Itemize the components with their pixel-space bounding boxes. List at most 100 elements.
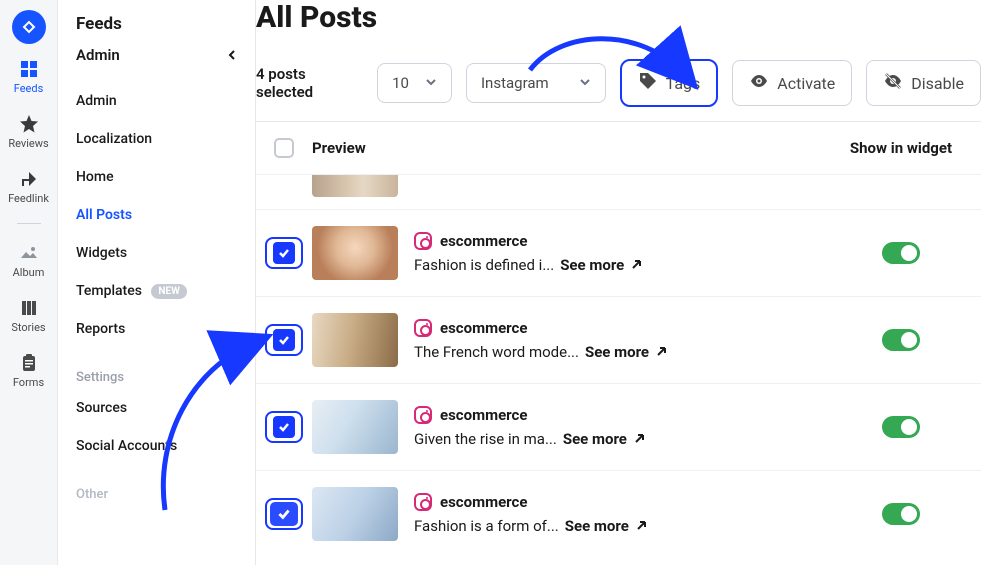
see-more-link[interactable]: See more [560,256,624,274]
sidebar: Feeds Admin Admin Localization Home All … [58,0,256,565]
rail-item-feeds[interactable]: Feeds [0,54,57,99]
stories-icon [18,297,40,319]
star-icon [18,113,40,135]
instagram-icon [414,406,432,424]
rail-divider [17,223,41,224]
post-thumbnail[interactable] [312,313,398,367]
templates-label: Templates [76,283,142,299]
post-username[interactable]: escommerce [440,493,527,511]
instagram-icon [414,493,432,511]
activate-button[interactable]: Activate [732,60,852,106]
rail-label: Reviews [8,137,48,150]
row-checkbox[interactable] [265,237,303,269]
table-row-partial [256,175,981,210]
share-icon [18,168,40,190]
table-header: Preview Show in widget [256,121,981,175]
external-link-icon[interactable] [633,433,645,445]
table-row: escommerce Fashion is defined i... See m… [256,210,981,297]
sidebar-other-header: Other [76,487,237,502]
admin-label: Admin [76,46,120,64]
see-more-link[interactable]: See more [585,343,649,361]
sidebar-link-templates[interactable]: Templates NEW [76,272,237,310]
tags-label: Tags [666,74,701,93]
post-thumbnail[interactable] [312,175,398,197]
show-in-widget-toggle[interactable] [882,503,920,525]
sidebar-link-widgets[interactable]: Widgets [76,234,237,272]
toolbar: 4 posts selected 10 Instagram Tags Activ… [256,59,981,121]
external-link-icon[interactable] [630,259,642,271]
sidebar-link-all-posts[interactable]: All Posts [76,196,237,234]
sidebar-link-home[interactable]: Home [76,158,237,196]
select-all-checkbox[interactable] [274,138,294,158]
post-username[interactable]: escommerce [440,319,527,337]
image-icon [18,242,40,264]
post-thumbnail[interactable] [312,400,398,454]
nav-rail: Feeds Reviews Feedlink Album Stories For… [0,0,58,565]
rail-item-forms[interactable]: Forms [0,348,57,393]
post-caption: Fashion is defined i... [414,256,554,274]
sidebar-settings-header: Settings [76,370,237,385]
grid-icon [18,58,40,80]
eye-off-icon [883,71,903,95]
table-row: escommerce Given the rise in ma... See m… [256,384,981,471]
post-caption: Given the rise in ma... [414,430,557,448]
activate-label: Activate [777,74,835,93]
sidebar-link-reports[interactable]: Reports [76,310,237,348]
disable-label: Disable [911,74,964,93]
rail-label: Forms [13,376,44,389]
rail-item-album[interactable]: Album [0,238,57,283]
row-checkbox[interactable] [265,324,303,356]
source-filter-value: Instagram [481,74,549,92]
chevron-left-icon [227,46,237,64]
sidebar-admin-toggle[interactable]: Admin [76,46,237,64]
table-row: escommerce The French word mode... See m… [256,297,981,384]
post-thumbnail[interactable] [312,487,398,541]
row-checkbox[interactable] [265,498,303,530]
sidebar-link-social-accounts[interactable]: Social Accounts [76,427,237,465]
chevron-down-icon [425,74,437,92]
tags-button[interactable]: Tags [620,59,719,107]
disable-button[interactable]: Disable [866,60,981,106]
show-in-widget-toggle[interactable] [882,416,920,438]
rail-item-feedlink[interactable]: Feedlink [0,164,57,209]
external-link-icon[interactable] [635,520,647,532]
page-title: All Posts [256,0,981,59]
post-caption: The French word mode... [414,343,579,361]
post-thumbnail[interactable] [312,226,398,280]
col-preview: Preview [312,139,432,157]
post-username[interactable]: escommerce [440,406,527,424]
table-row: escommerce Fashion is a form of... See m… [256,471,981,557]
show-in-widget-toggle[interactable] [882,242,920,264]
chevron-down-icon [579,74,591,92]
tag-icon [638,71,658,95]
rail-label: Feedlink [8,192,49,205]
see-more-link[interactable]: See more [563,430,627,448]
post-username[interactable]: escommerce [440,232,527,250]
show-in-widget-toggle[interactable] [882,329,920,351]
rail-label: Stories [11,321,45,334]
main-content: All Posts 4 posts selected 10 Instagram … [256,0,981,565]
page-size-value: 10 [392,74,409,92]
post-caption: Fashion is a form of... [414,517,559,535]
rail-label: Album [13,266,45,279]
eye-icon [749,71,769,95]
sidebar-title: Feeds [76,14,237,34]
posts-list: escommerce Fashion is defined i... See m… [256,175,981,557]
see-more-link[interactable]: See more [565,517,629,535]
sidebar-link-admin[interactable]: Admin [76,82,237,120]
row-checkbox[interactable] [265,411,303,443]
new-badge: NEW [151,284,186,299]
rail-label: Feeds [14,82,44,95]
rail-item-stories[interactable]: Stories [0,293,57,338]
rail-item-reviews[interactable]: Reviews [0,109,57,154]
clipboard-icon [18,352,40,374]
app-logo[interactable] [12,10,46,44]
external-link-icon[interactable] [655,346,667,358]
page-size-dropdown[interactable]: 10 [377,63,452,103]
sidebar-link-localization[interactable]: Localization [76,120,237,158]
sidebar-link-sources[interactable]: Sources [76,389,237,427]
selected-count: 4 posts selected [256,65,363,101]
source-filter-dropdown[interactable]: Instagram [466,63,606,103]
instagram-icon [414,319,432,337]
col-show-in-widget: Show in widget [841,139,981,157]
